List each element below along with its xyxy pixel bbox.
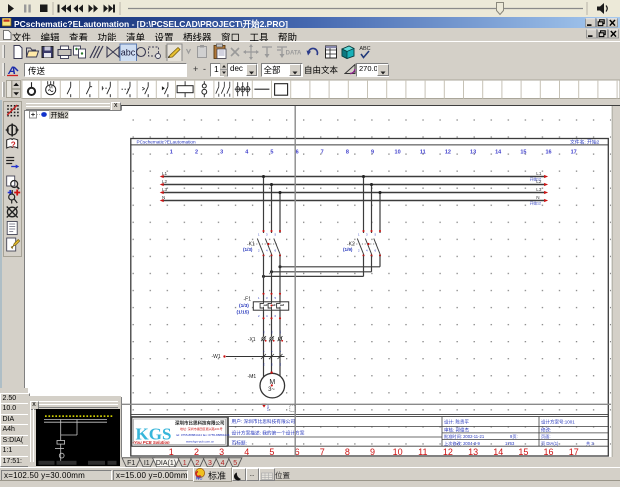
svg-text:16: 16 <box>545 150 551 156</box>
svg-text:L2: L2 <box>536 179 542 184</box>
svg-text:1: 1 <box>169 447 174 457</box>
svg-text:6: 6 <box>296 150 299 156</box>
svg-text:用户: 深圳市比思科技有限公司: 用户: 深圳市比思科技有限公司 <box>232 418 296 425</box>
svg-text:2: 2 <box>195 150 198 156</box>
svg-text:NC: NC <box>196 475 203 480</box>
svg-text:1: 1 <box>183 460 187 467</box>
svg-text:深圳市比思科技有限公司: 深圳市比思科技有限公司 <box>175 419 225 426</box>
svg-text:DIA(1): DIA(1) <box>156 460 176 467</box>
svg-text:12: 12 <box>443 447 453 457</box>
svg-text:M: M <box>49 85 53 90</box>
svg-text:abc: abc <box>121 48 136 58</box>
svg-text:1763: 1763 <box>505 441 515 446</box>
svg-text:11: 11 <box>418 447 427 457</box>
svg-text:I1: I1 <box>144 460 150 467</box>
svg-text:PE1: PE1 <box>266 406 270 412</box>
svg-text:15: 15 <box>518 447 528 457</box>
svg-text:修改:: 修改: <box>541 426 551 433</box>
svg-text:14: 14 <box>495 150 502 156</box>
svg-text:4: 4 <box>244 447 249 457</box>
svg-text:开始12: 开始12 <box>530 201 541 206</box>
svg-text:审核: 郭俊杰: 审核: 郭俊杰 <box>444 426 470 433</box>
svg-text:文件名: 开始2: 文件名: 开始2 <box>570 138 600 145</box>
svg-text:17: 17 <box>571 150 577 156</box>
svg-text:12: 12 <box>445 150 451 156</box>
svg-text:8: 8 <box>345 447 350 457</box>
svg-text:9: 9 <box>370 447 375 457</box>
svg-text:7: 7 <box>320 447 325 457</box>
svg-text:7: 7 <box>321 150 324 156</box>
svg-text:L1: L1 <box>536 171 542 176</box>
svg-text:15: 15 <box>520 150 526 156</box>
svg-text:(1/9): (1/9) <box>343 247 353 252</box>
svg-text:10: 10 <box>395 150 401 156</box>
svg-text:-W1: -W1 <box>212 354 221 360</box>
svg-text:8: 8 <box>346 150 349 156</box>
svg-text:3: 3 <box>219 447 224 457</box>
svg-text:-M1: -M1 <box>248 374 257 380</box>
svg-text:13: 13 <box>470 150 476 156</box>
svg-text:-X1: -X1 <box>248 337 256 343</box>
svg-text:DATA: DATA <box>286 51 302 57</box>
svg-text:PCschematic?ELautomation: PCschematic?ELautomation <box>137 139 197 144</box>
svg-text:10: 10 <box>393 447 403 457</box>
svg-text:5: 5 <box>269 447 274 457</box>
svg-text:地址: 深圳市福田区振兴路101号: 地址: 深圳市福田区振兴路101号 <box>180 426 223 431</box>
svg-text:设计方案描述: 我的第一个设计方案: 设计方案描述: 我的第一个设计方案 <box>232 429 305 436</box>
svg-text:tel: 0755-88884444 fax: 0755-: tel: 0755-88884444 fax: 0755-88884445 <box>176 433 230 437</box>
svg-text:F1: F1 <box>127 460 135 467</box>
svg-text:5: 5 <box>270 150 273 156</box>
svg-text:设计: 陈贵平: 设计: 陈贵平 <box>444 419 470 426</box>
svg-text:L3: L3 <box>536 187 542 192</box>
svg-text:共 3: 共 3 <box>586 440 594 447</box>
svg-text:页标题:: 页标题: <box>232 440 247 447</box>
svg-text:13: 13 <box>468 447 478 457</box>
svg-text:1: 1 <box>170 150 173 156</box>
svg-text:开始2: 开始2 <box>51 110 69 119</box>
svg-text:(1/15): (1/15) <box>237 310 250 316</box>
svg-text:2: 2 <box>194 447 199 457</box>
svg-text:批准时间: 2002-11-21: 批准时间: 2002-11-21 <box>444 433 485 440</box>
svg-text:14: 14 <box>493 447 503 457</box>
svg-text:16: 16 <box>543 447 553 457</box>
svg-text:-F1: -F1 <box>244 296 252 302</box>
svg-text:5: 5 <box>233 460 237 467</box>
svg-text:-You PCB Solution: -You PCB Solution <box>133 440 171 445</box>
svg-text:3: 3 <box>220 150 223 156</box>
svg-text:设计方案号:1001: 设计方案号:1001 <box>541 419 575 426</box>
svg-text:(1/3): (1/3) <box>243 247 253 252</box>
svg-text:?: ? <box>11 141 16 150</box>
svg-text:3~: 3~ <box>268 387 275 393</box>
svg-text:17: 17 <box>569 447 579 457</box>
svg-text:N: N <box>536 195 539 200</box>
svg-text:9: 9 <box>371 150 374 156</box>
svg-text:(1/3): (1/3) <box>239 303 249 309</box>
svg-text:上次修改: 2004-3-9: 上次修改: 2004-3-9 <box>444 440 481 447</box>
svg-text:www.kgs-pcb.com.cn: www.kgs-pcb.com.cn <box>186 440 215 444</box>
svg-text:11: 11 <box>420 150 426 156</box>
